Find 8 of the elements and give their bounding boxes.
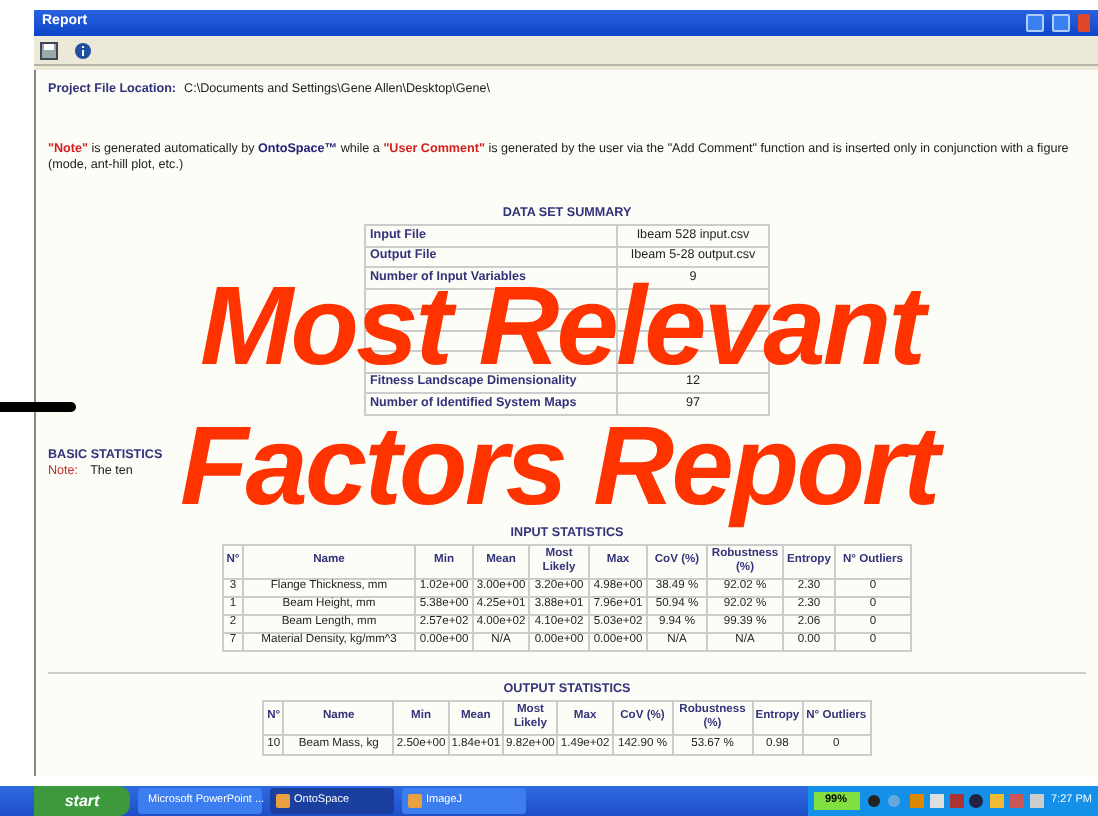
app-icon (408, 794, 422, 808)
pointer-mark (0, 402, 76, 412)
save-icon[interactable] (40, 41, 58, 59)
minimize-button[interactable] (1026, 14, 1044, 32)
maximize-button[interactable] (1052, 14, 1070, 32)
start-button[interactable]: start (34, 786, 130, 816)
info-icon[interactable] (74, 41, 92, 59)
app-icon (276, 794, 290, 808)
